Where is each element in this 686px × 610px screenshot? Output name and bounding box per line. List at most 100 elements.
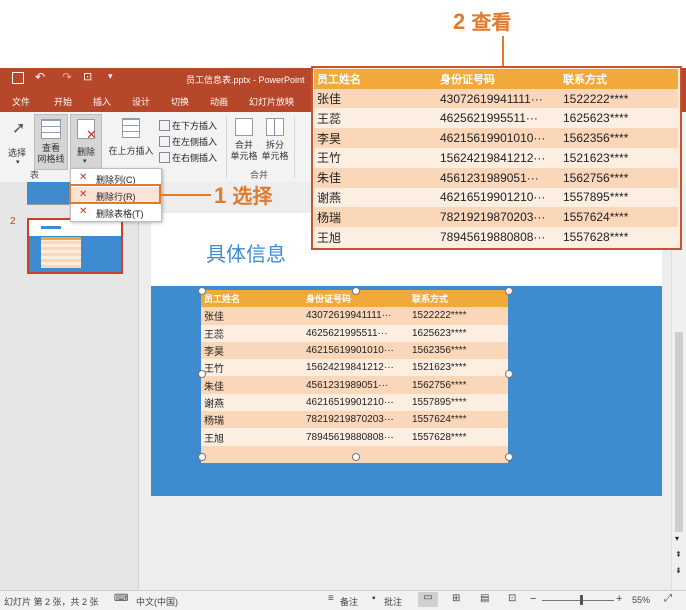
tab-animations[interactable]: 动画 (210, 95, 228, 108)
insert-above-button[interactable]: 在上方插入 (108, 116, 154, 166)
table-cell[interactable]: 43072619941111··· (303, 307, 409, 325)
resize-handle[interactable] (198, 287, 206, 295)
table-cell[interactable]: 张佳 (201, 307, 303, 325)
scroll-down-icon[interactable]: ▾ (675, 534, 679, 543)
tab-file[interactable]: 文件 (12, 95, 30, 108)
table-row[interactable]: 谢燕 46216519901210··· 1557895**** (201, 393, 508, 412)
select-button[interactable]: ➚ 选择 ▾ (6, 116, 32, 166)
split-cells-label: 拆分 单元格 (261, 140, 289, 161)
zoom-level[interactable]: 55% (632, 595, 650, 605)
table-cell[interactable]: 46215619901010··· (303, 341, 409, 360)
insert-left-label: 在左侧插入 (172, 137, 218, 147)
table-cell[interactable]: 朱佳 (201, 376, 303, 394)
table-row[interactable]: 张佳 43072619941111··· 1522222**** (201, 307, 508, 325)
resize-handle[interactable] (198, 370, 206, 378)
table-cell[interactable]: 1557895**** (409, 393, 508, 412)
table-cell[interactable]: 王竹 (201, 359, 303, 377)
zoom-in-icon[interactable]: + (616, 593, 622, 605)
insert-above-icon (122, 118, 140, 138)
next-slide-icon[interactable]: ⇟ (675, 566, 682, 575)
resize-handle[interactable] (505, 453, 513, 461)
language-indicator[interactable]: 中文(中国) (136, 595, 178, 608)
table-cell[interactable]: 杨瑞 (201, 411, 303, 429)
table-header: 联系方式 (409, 290, 508, 308)
save-icon[interactable] (12, 72, 24, 84)
zoom-slider[interactable] (542, 600, 614, 601)
view-gridlines-button[interactable]: 查看 网格线 (34, 114, 68, 170)
slide-title[interactable]: 具体信息 (206, 238, 286, 267)
menu-item-label: 删除表格(T) (96, 209, 144, 219)
comments-button[interactable]: 批注 (384, 595, 402, 608)
chevron-down-icon: ▾ (83, 158, 87, 165)
table-cell[interactable]: 1625623**** (409, 324, 508, 342)
table-cell[interactable]: 4561231989051··· (303, 376, 409, 394)
present-icon[interactable]: ⊡ (83, 70, 92, 83)
notes-icon[interactable]: ≡ (328, 593, 334, 604)
slide-table[interactable]: 员工姓名 身份证号码 联系方式 张佳 43072619941111··· 15222… (201, 290, 508, 463)
resize-handle[interactable] (352, 453, 360, 461)
merge-cells-button[interactable]: 合并 单元格 (230, 116, 258, 166)
table-cell[interactable]: 15624219841212··· (303, 359, 409, 377)
insert-right-button[interactable]: 在右侧插入 (158, 150, 222, 164)
split-cells-button[interactable]: 拆分 单元格 (260, 116, 290, 166)
resize-handle[interactable] (505, 370, 513, 378)
table-cell[interactable]: 1522222**** (409, 307, 508, 325)
table-row[interactable]: 李昊 46215619901010··· 1562356**** (201, 341, 508, 360)
resize-handle[interactable] (198, 453, 206, 461)
reading-view-icon[interactable]: ▤ (480, 593, 489, 604)
table-cell[interactable]: 谢燕 (201, 393, 303, 412)
table-cell[interactable]: 李昊 (201, 341, 303, 360)
comments-icon[interactable]: ▪ (372, 593, 376, 604)
table-row[interactable]: 王竹 15624219841212··· 1521623**** (201, 359, 508, 377)
table-row[interactable]: 杨瑞 78219219870203··· 1557624**** (201, 411, 508, 429)
table-cell[interactable]: 78219219870203··· (303, 411, 409, 429)
insert-below-button[interactable]: 在下方插入 (158, 118, 222, 132)
slide-sorter-icon[interactable]: ⊞ (452, 593, 460, 604)
fit-slide-icon[interactable]: ⤢ (664, 593, 672, 604)
table-cell[interactable]: 王蕊 (201, 324, 303, 342)
table-row[interactable]: 王蕊 4625621995511··· 1625623**** (201, 324, 508, 342)
tab-home[interactable]: 开始 (54, 95, 72, 108)
table-cell[interactable]: 1557628**** (409, 428, 508, 446)
table-cell[interactable]: 1521623**** (409, 359, 508, 377)
tab-slideshow[interactable]: 幻灯片放映 (249, 95, 294, 108)
scrollbar-thumb[interactable] (675, 332, 683, 532)
undo-icon[interactable]: ↶ (35, 70, 45, 84)
slide-thumbnail-2[interactable] (27, 218, 123, 274)
tab-transitions[interactable]: 切换 (171, 95, 189, 108)
table-row[interactable]: 王旭 78945619880808··· 1557628**** (201, 428, 508, 446)
customize-toolbar-icon[interactable]: ▾ (108, 71, 113, 82)
annotation-step1: 1 选择 (214, 180, 272, 209)
table-cell[interactable]: 78945619880808··· (303, 428, 409, 446)
ribbon-separator (294, 116, 295, 178)
annotation-step2-leader (502, 36, 504, 68)
resize-handle[interactable] (352, 287, 360, 295)
table-cell[interactable]: 王旭 (201, 428, 303, 446)
normal-view-icon[interactable]: ▭ (418, 592, 438, 607)
annotation-step2-text: 查看 (471, 12, 512, 34)
table-cell[interactable]: 1562356**** (409, 341, 508, 360)
menu-item-delete-table[interactable]: ✕ 删除表格(T) (71, 204, 161, 220)
resize-handle[interactable] (505, 287, 513, 295)
delete-button[interactable]: ✕ 删除 ▾ (70, 114, 102, 170)
table-row[interactable]: 朱佳 4561231989051··· 1562756**** (201, 376, 508, 394)
zoom-slider-thumb[interactable] (580, 595, 583, 605)
tab-insert[interactable]: 插入 (93, 95, 111, 108)
spellcheck-icon[interactable]: ⌨ (114, 593, 128, 604)
slideshow-icon[interactable]: ⊡ (508, 593, 516, 604)
table-cell[interactable]: 4625621995511··· (303, 324, 409, 342)
table-cell[interactable]: 1557624**** (409, 411, 508, 429)
annotation-step2: 2 查看 (453, 6, 511, 35)
tab-design[interactable]: 设计 (132, 95, 150, 108)
insert-left-button[interactable]: 在左侧插入 (158, 134, 222, 148)
redo-icon[interactable]: ↷ (62, 70, 72, 84)
table-cell[interactable]: 46216519901210··· (303, 393, 409, 412)
table-cell[interactable]: 1562756**** (409, 376, 508, 394)
table-header: 员工姓名 (201, 290, 303, 308)
group-label-table: 表 (30, 170, 40, 180)
notes-button[interactable]: 备注 (340, 595, 358, 608)
thumb-title (41, 226, 61, 229)
zoom-out-icon[interactable]: − (530, 593, 536, 605)
annotation-step1-number: 1 (214, 183, 227, 208)
prev-slide-icon[interactable]: ⇞ (675, 550, 682, 559)
